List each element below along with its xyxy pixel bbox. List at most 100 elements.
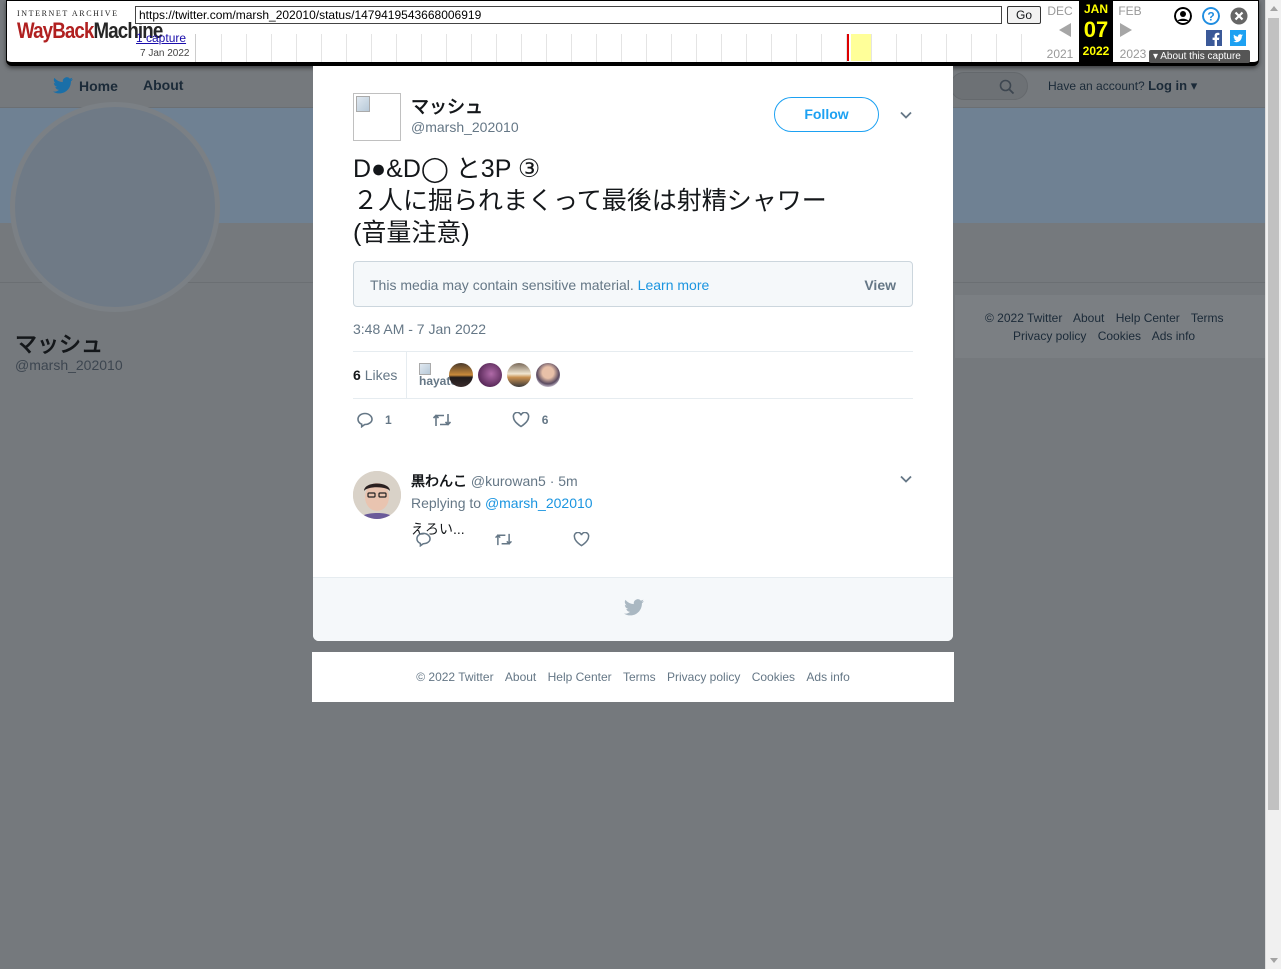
timeline-tick bbox=[971, 34, 972, 62]
tweet-actions: 1 6 bbox=[356, 412, 548, 428]
likes-label: Likes bbox=[364, 367, 398, 383]
follow-button[interactable]: Follow bbox=[774, 97, 879, 132]
likes-stat[interactable]: 6 Likes bbox=[353, 367, 397, 383]
profile-name: マッシュ bbox=[15, 332, 104, 357]
wayback-logo[interactable]: INTERNET ARCHIVE WayBackMachine bbox=[17, 9, 163, 44]
retweet-icon bbox=[432, 414, 451, 426]
view-media-button[interactable]: View bbox=[864, 277, 896, 293]
footer-link[interactable]: Help Center bbox=[548, 670, 612, 684]
replying-to-label: Replying to bbox=[411, 495, 482, 511]
close-icon[interactable] bbox=[1230, 7, 1248, 25]
tweet-author-name[interactable]: マッシュ bbox=[411, 93, 483, 119]
liker-avatar[interactable] bbox=[507, 363, 531, 387]
tweet-timestamp[interactable]: 3:48 AM - 7 Jan 2022 bbox=[353, 321, 486, 337]
sensitive-message: This media may contain sensitive materia… bbox=[370, 277, 709, 293]
retweet-action[interactable] bbox=[494, 532, 513, 547]
chevron-down-icon[interactable] bbox=[899, 472, 913, 486]
scroll-up-arrow-icon[interactable] bbox=[1270, 6, 1278, 11]
vertical-scrollbar[interactable] bbox=[1265, 0, 1281, 969]
liker-avatar[interactable] bbox=[536, 363, 560, 387]
reply-author-handle[interactable]: @kurowan5 bbox=[471, 473, 546, 489]
timeline-tick bbox=[771, 34, 772, 62]
reply-avatar[interactable] bbox=[353, 471, 401, 519]
timeline-tick bbox=[871, 34, 872, 62]
scrollbar-thumb[interactable] bbox=[1268, 18, 1279, 810]
reply-action[interactable]: 1 bbox=[356, 412, 392, 428]
about-capture-button[interactable]: ▾ About this capture bbox=[1149, 50, 1250, 63]
reply-icon bbox=[357, 412, 373, 428]
retweet-action[interactable] bbox=[432, 412, 452, 428]
wayback-prev-month[interactable]: DEC bbox=[1045, 4, 1075, 18]
wayback-next-year[interactable]: 2023 bbox=[1118, 47, 1148, 61]
reply-time[interactable]: · 5m bbox=[550, 473, 578, 489]
footer-link[interactable]: Privacy policy bbox=[667, 670, 740, 684]
bg-footer-link[interactable]: © 2022 Twitter bbox=[985, 311, 1062, 325]
nav-about-label: About bbox=[143, 77, 184, 93]
twitter-share-icon[interactable] bbox=[1230, 30, 1246, 46]
timeline-capture-marker[interactable] bbox=[847, 34, 849, 61]
timeline-tick bbox=[946, 34, 947, 62]
liker-avatar[interactable] bbox=[478, 363, 502, 387]
wayback-toolbar: INTERNET ARCHIVE WayBackMachine Go 1 cap… bbox=[6, 0, 1259, 66]
reply-author-name[interactable]: 黒わんこ bbox=[411, 473, 467, 489]
bg-footer-link[interactable]: Privacy policy bbox=[1013, 329, 1086, 343]
heart-icon bbox=[512, 412, 530, 428]
profile-avatar bbox=[10, 102, 220, 312]
nav-home[interactable]: Home bbox=[53, 77, 118, 94]
timeline-tick bbox=[896, 34, 897, 62]
twitter-bird-icon bbox=[53, 77, 73, 94]
timeline-tick bbox=[546, 34, 547, 62]
liker-avatar[interactable] bbox=[449, 363, 473, 387]
bg-footer-link[interactable]: Help Center bbox=[1116, 311, 1180, 325]
like-action[interactable] bbox=[573, 532, 590, 547]
bg-footer-link[interactable]: Terms bbox=[1191, 311, 1224, 325]
wayback-current-date: JAN 07 2022 bbox=[1079, 0, 1113, 63]
chevron-down-icon[interactable] bbox=[899, 108, 913, 122]
wayback-next-arrow-icon[interactable] bbox=[1120, 23, 1132, 37]
footer-link[interactable]: Terms bbox=[623, 670, 656, 684]
wayback-url-input[interactable] bbox=[135, 6, 1002, 24]
replying-to-handle[interactable]: @marsh_202010 bbox=[485, 495, 593, 511]
bg-footer-link[interactable]: About bbox=[1073, 311, 1104, 325]
like-action[interactable]: 6 bbox=[512, 412, 548, 428]
wayback-captures-link[interactable]: 1 capture bbox=[136, 31, 186, 45]
timeline-tick bbox=[246, 34, 247, 62]
search-box[interactable] bbox=[950, 72, 1028, 100]
wayback-prev-year[interactable]: 2021 bbox=[1045, 47, 1075, 61]
broken-image-icon bbox=[356, 96, 370, 112]
account-prompt-text: Have an account? bbox=[1048, 79, 1145, 93]
wayback-timeline[interactable] bbox=[195, 34, 1045, 62]
profile-handle: @marsh_202010 bbox=[15, 357, 123, 373]
footer-link[interactable]: About bbox=[505, 670, 536, 684]
background-footer: © 2022 Twitter About Help Center Terms P… bbox=[955, 295, 1265, 358]
learn-more-link[interactable]: Learn more bbox=[638, 277, 710, 293]
timeline-tick bbox=[721, 34, 722, 62]
login-link[interactable]: Log in ▾ bbox=[1148, 78, 1197, 93]
reply-tweet[interactable]: 黒わんこ @kurowan5 · 5m Replying to @marsh_2… bbox=[313, 450, 953, 577]
bg-footer-link[interactable]: Ads info bbox=[1152, 329, 1195, 343]
sensitive-message-text: This media may contain sensitive materia… bbox=[370, 277, 634, 293]
wayback-cur-day: 07 bbox=[1083, 17, 1109, 42]
footer-link[interactable]: Ads info bbox=[806, 670, 849, 684]
page-footer: © 2022 Twitter About Help Center Terms P… bbox=[312, 652, 954, 702]
nav-about[interactable]: About bbox=[143, 77, 183, 93]
timeline-tick bbox=[671, 34, 672, 62]
tweet-author-avatar[interactable] bbox=[353, 93, 401, 141]
tweet-text: D●&D◯ と3P ③ ２人に掘られまくって最後は射精シャワー (音量注意) bbox=[353, 155, 827, 247]
timeline-tick bbox=[596, 34, 597, 62]
reply-action[interactable] bbox=[415, 532, 432, 547]
wayback-logo-wayback: WayBack bbox=[17, 18, 94, 43]
footer-link[interactable]: © 2022 Twitter bbox=[416, 670, 493, 684]
help-icon[interactable]: ? bbox=[1202, 7, 1220, 25]
user-account-icon[interactable] bbox=[1174, 7, 1192, 25]
scroll-down-arrow-icon[interactable] bbox=[1270, 958, 1278, 963]
wayback-next-month[interactable]: FEB bbox=[1115, 4, 1145, 18]
facebook-icon[interactable] bbox=[1206, 30, 1222, 46]
timeline-tick bbox=[321, 34, 322, 62]
wayback-logo-main: WayBackMachine bbox=[17, 18, 163, 44]
bg-footer-link[interactable]: Cookies bbox=[1098, 329, 1141, 343]
footer-link[interactable]: Cookies bbox=[752, 670, 795, 684]
wayback-go-button[interactable]: Go bbox=[1007, 6, 1041, 24]
tweet-author-handle[interactable]: @marsh_202010 bbox=[411, 119, 519, 135]
wayback-prev-arrow-icon[interactable] bbox=[1059, 23, 1071, 37]
